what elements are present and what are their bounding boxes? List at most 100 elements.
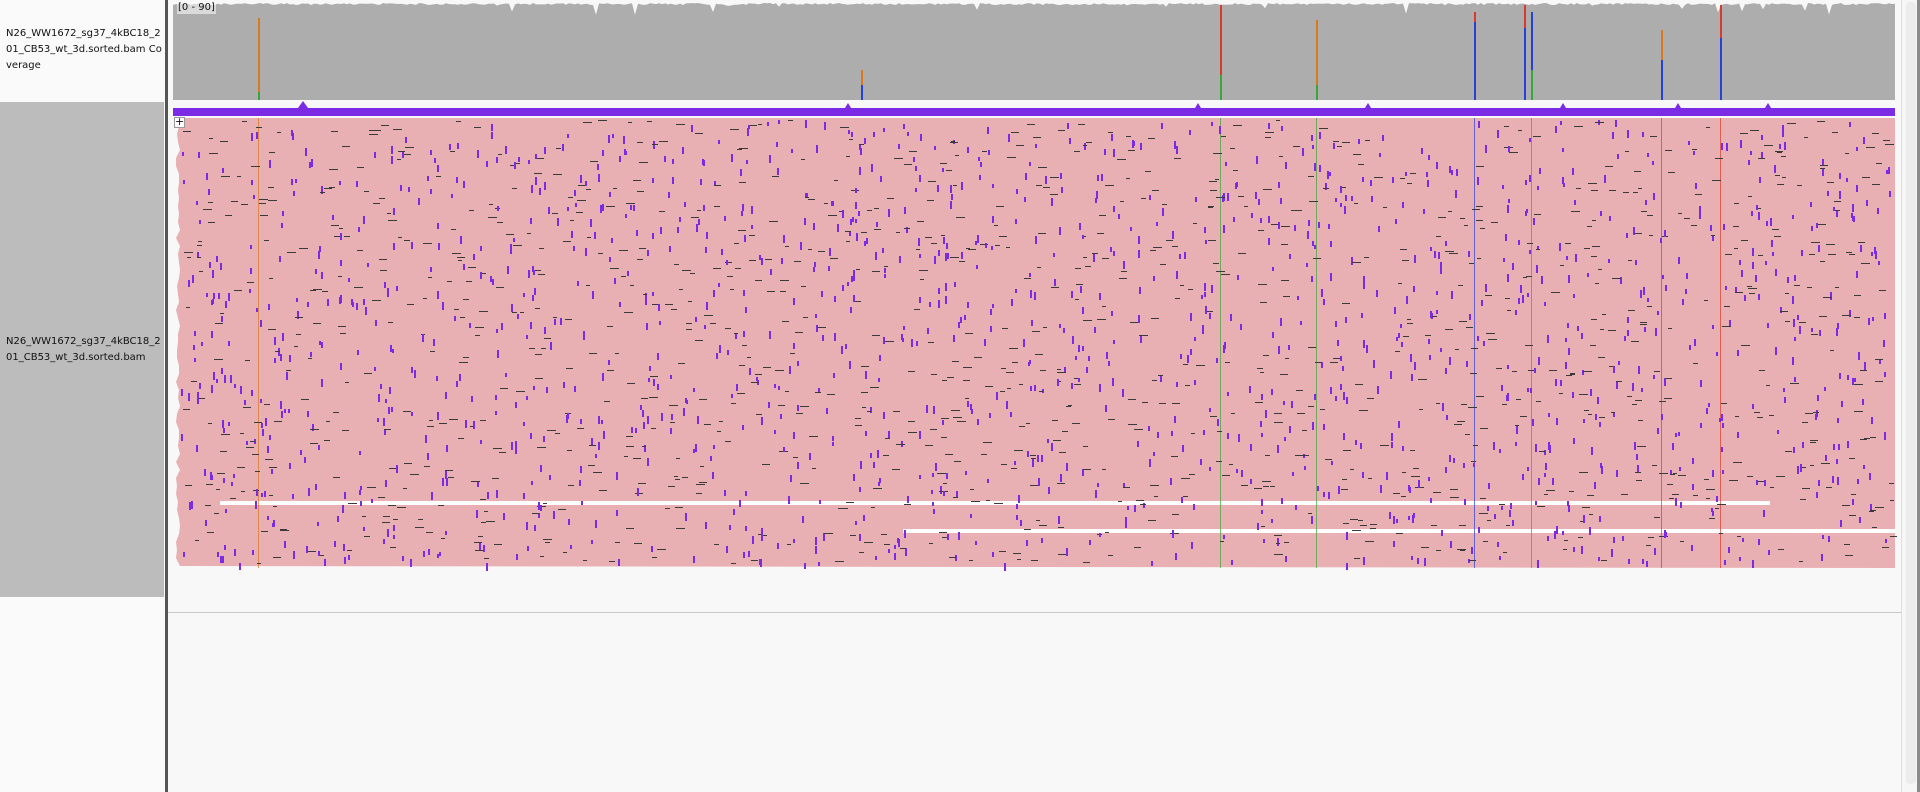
deletion-mark	[861, 392, 868, 393]
insertion-mark	[445, 471, 447, 479]
deletion-mark	[1536, 401, 1541, 402]
insertion-mark	[1874, 247, 1876, 254]
insertion-mark	[344, 492, 346, 499]
vertical-scrollbar-thumb[interactable]	[1906, 2, 1916, 784]
insertion-mark	[614, 278, 616, 284]
insertion-mark	[958, 532, 960, 540]
insertion-mark	[1822, 159, 1824, 165]
deletion-mark	[1695, 194, 1702, 195]
insertion-mark	[1565, 338, 1567, 342]
deletion-mark	[1210, 190, 1217, 191]
insertion-mark	[1888, 167, 1890, 174]
insertion-mark	[380, 384, 382, 389]
insertion-mark	[1251, 213, 1253, 218]
deletion-mark	[354, 287, 363, 288]
insertion-mark	[212, 299, 214, 304]
deletion-mark	[553, 174, 562, 175]
deletion-mark	[198, 241, 202, 242]
insertion-mark	[958, 322, 960, 328]
insertion-mark	[1556, 526, 1558, 534]
insertion-mark	[926, 405, 928, 413]
insertion-mark	[911, 339, 913, 347]
deletion-mark	[1308, 513, 1312, 514]
deletion-mark	[1175, 298, 1180, 299]
insertion-mark	[260, 320, 262, 327]
insertion-mark	[252, 550, 254, 555]
insertion-mark	[751, 206, 753, 214]
insertion-mark	[640, 405, 642, 410]
deletion-mark	[1050, 177, 1059, 178]
insertion-mark	[1175, 553, 1177, 560]
insertion-mark	[1182, 445, 1184, 452]
insertion-mark	[671, 414, 673, 420]
insertion-mark	[1402, 202, 1404, 208]
alignment-track-name[interactable]: N26_WW1672_sg37_4kBC18_201_CB53_wt_3d.so…	[0, 101, 164, 597]
insertion-mark	[535, 154, 537, 159]
deletion-mark	[1601, 560, 1607, 561]
insertion-mark	[291, 130, 293, 136]
insertion-mark	[1209, 408, 1211, 412]
insertion-mark	[759, 255, 761, 260]
insertion-mark	[602, 373, 604, 381]
deletion-mark	[835, 561, 844, 562]
insertion-mark	[571, 231, 573, 238]
deletion-mark	[339, 228, 343, 229]
deletion-mark	[1180, 285, 1184, 286]
deletion-mark	[1105, 185, 1114, 186]
insertion-mark	[318, 251, 320, 259]
deletion-mark	[1712, 180, 1721, 181]
insertion-mark	[1389, 512, 1391, 519]
deletion-mark	[968, 249, 976, 250]
insertion-mark	[574, 190, 576, 196]
insertion-mark	[774, 384, 776, 388]
deletion-mark	[1790, 383, 1799, 384]
insertion-mark	[321, 272, 323, 279]
insertion-mark	[1740, 140, 1742, 148]
deletion-mark	[1582, 507, 1590, 508]
insertion-mark	[829, 248, 831, 256]
expand-collapse-toggle[interactable]: +	[174, 116, 185, 128]
deletion-mark	[388, 220, 397, 221]
deletion-mark	[424, 466, 430, 467]
insertion-mark	[878, 378, 880, 382]
deletion-mark	[607, 370, 614, 371]
deletion-mark	[704, 424, 711, 425]
insertion-mark	[1568, 275, 1570, 283]
insertion-mark	[931, 490, 933, 494]
insertion-mark	[907, 496, 909, 503]
coverage-track-name[interactable]: N26_WW1672_sg37_4kBC18_201_CB53_wt_3d.so…	[0, 0, 164, 100]
insertion-mark	[832, 442, 834, 446]
deletion-mark	[785, 246, 789, 247]
deletion-mark	[1587, 226, 1592, 227]
insertion-mark	[609, 257, 611, 262]
insertion-mark	[1758, 539, 1760, 545]
insertion-mark	[1261, 510, 1263, 514]
deletion-mark	[320, 555, 324, 556]
insertion-mark	[1860, 245, 1862, 252]
insertion-mark	[1728, 547, 1730, 553]
deletion-mark	[1769, 415, 1774, 416]
deletion-mark	[1502, 404, 1507, 405]
insertion-mark	[486, 161, 488, 167]
deletion-mark	[756, 414, 762, 415]
insertion-mark	[439, 552, 441, 556]
deletion-mark	[1559, 393, 1563, 394]
deletion-mark	[1166, 240, 1173, 241]
deletion-mark	[674, 264, 679, 265]
insertion-mark	[1429, 355, 1431, 360]
insertion-mark	[1379, 153, 1381, 157]
insertion-mark	[1060, 173, 1062, 179]
insertion-mark	[1512, 263, 1514, 270]
deletion-mark	[532, 513, 539, 514]
deletion-mark	[1024, 529, 1031, 530]
insertion-mark	[391, 407, 393, 412]
deletion-mark	[1890, 500, 1894, 501]
insertion-mark	[888, 549, 890, 553]
insertion-mark	[410, 559, 412, 567]
insertion-mark	[1418, 480, 1420, 488]
insertion-mark	[327, 299, 329, 306]
insertion-mark	[1140, 143, 1142, 150]
deletion-mark	[1297, 413, 1305, 414]
insertion-mark	[1816, 223, 1818, 228]
insertion-mark	[585, 181, 587, 186]
